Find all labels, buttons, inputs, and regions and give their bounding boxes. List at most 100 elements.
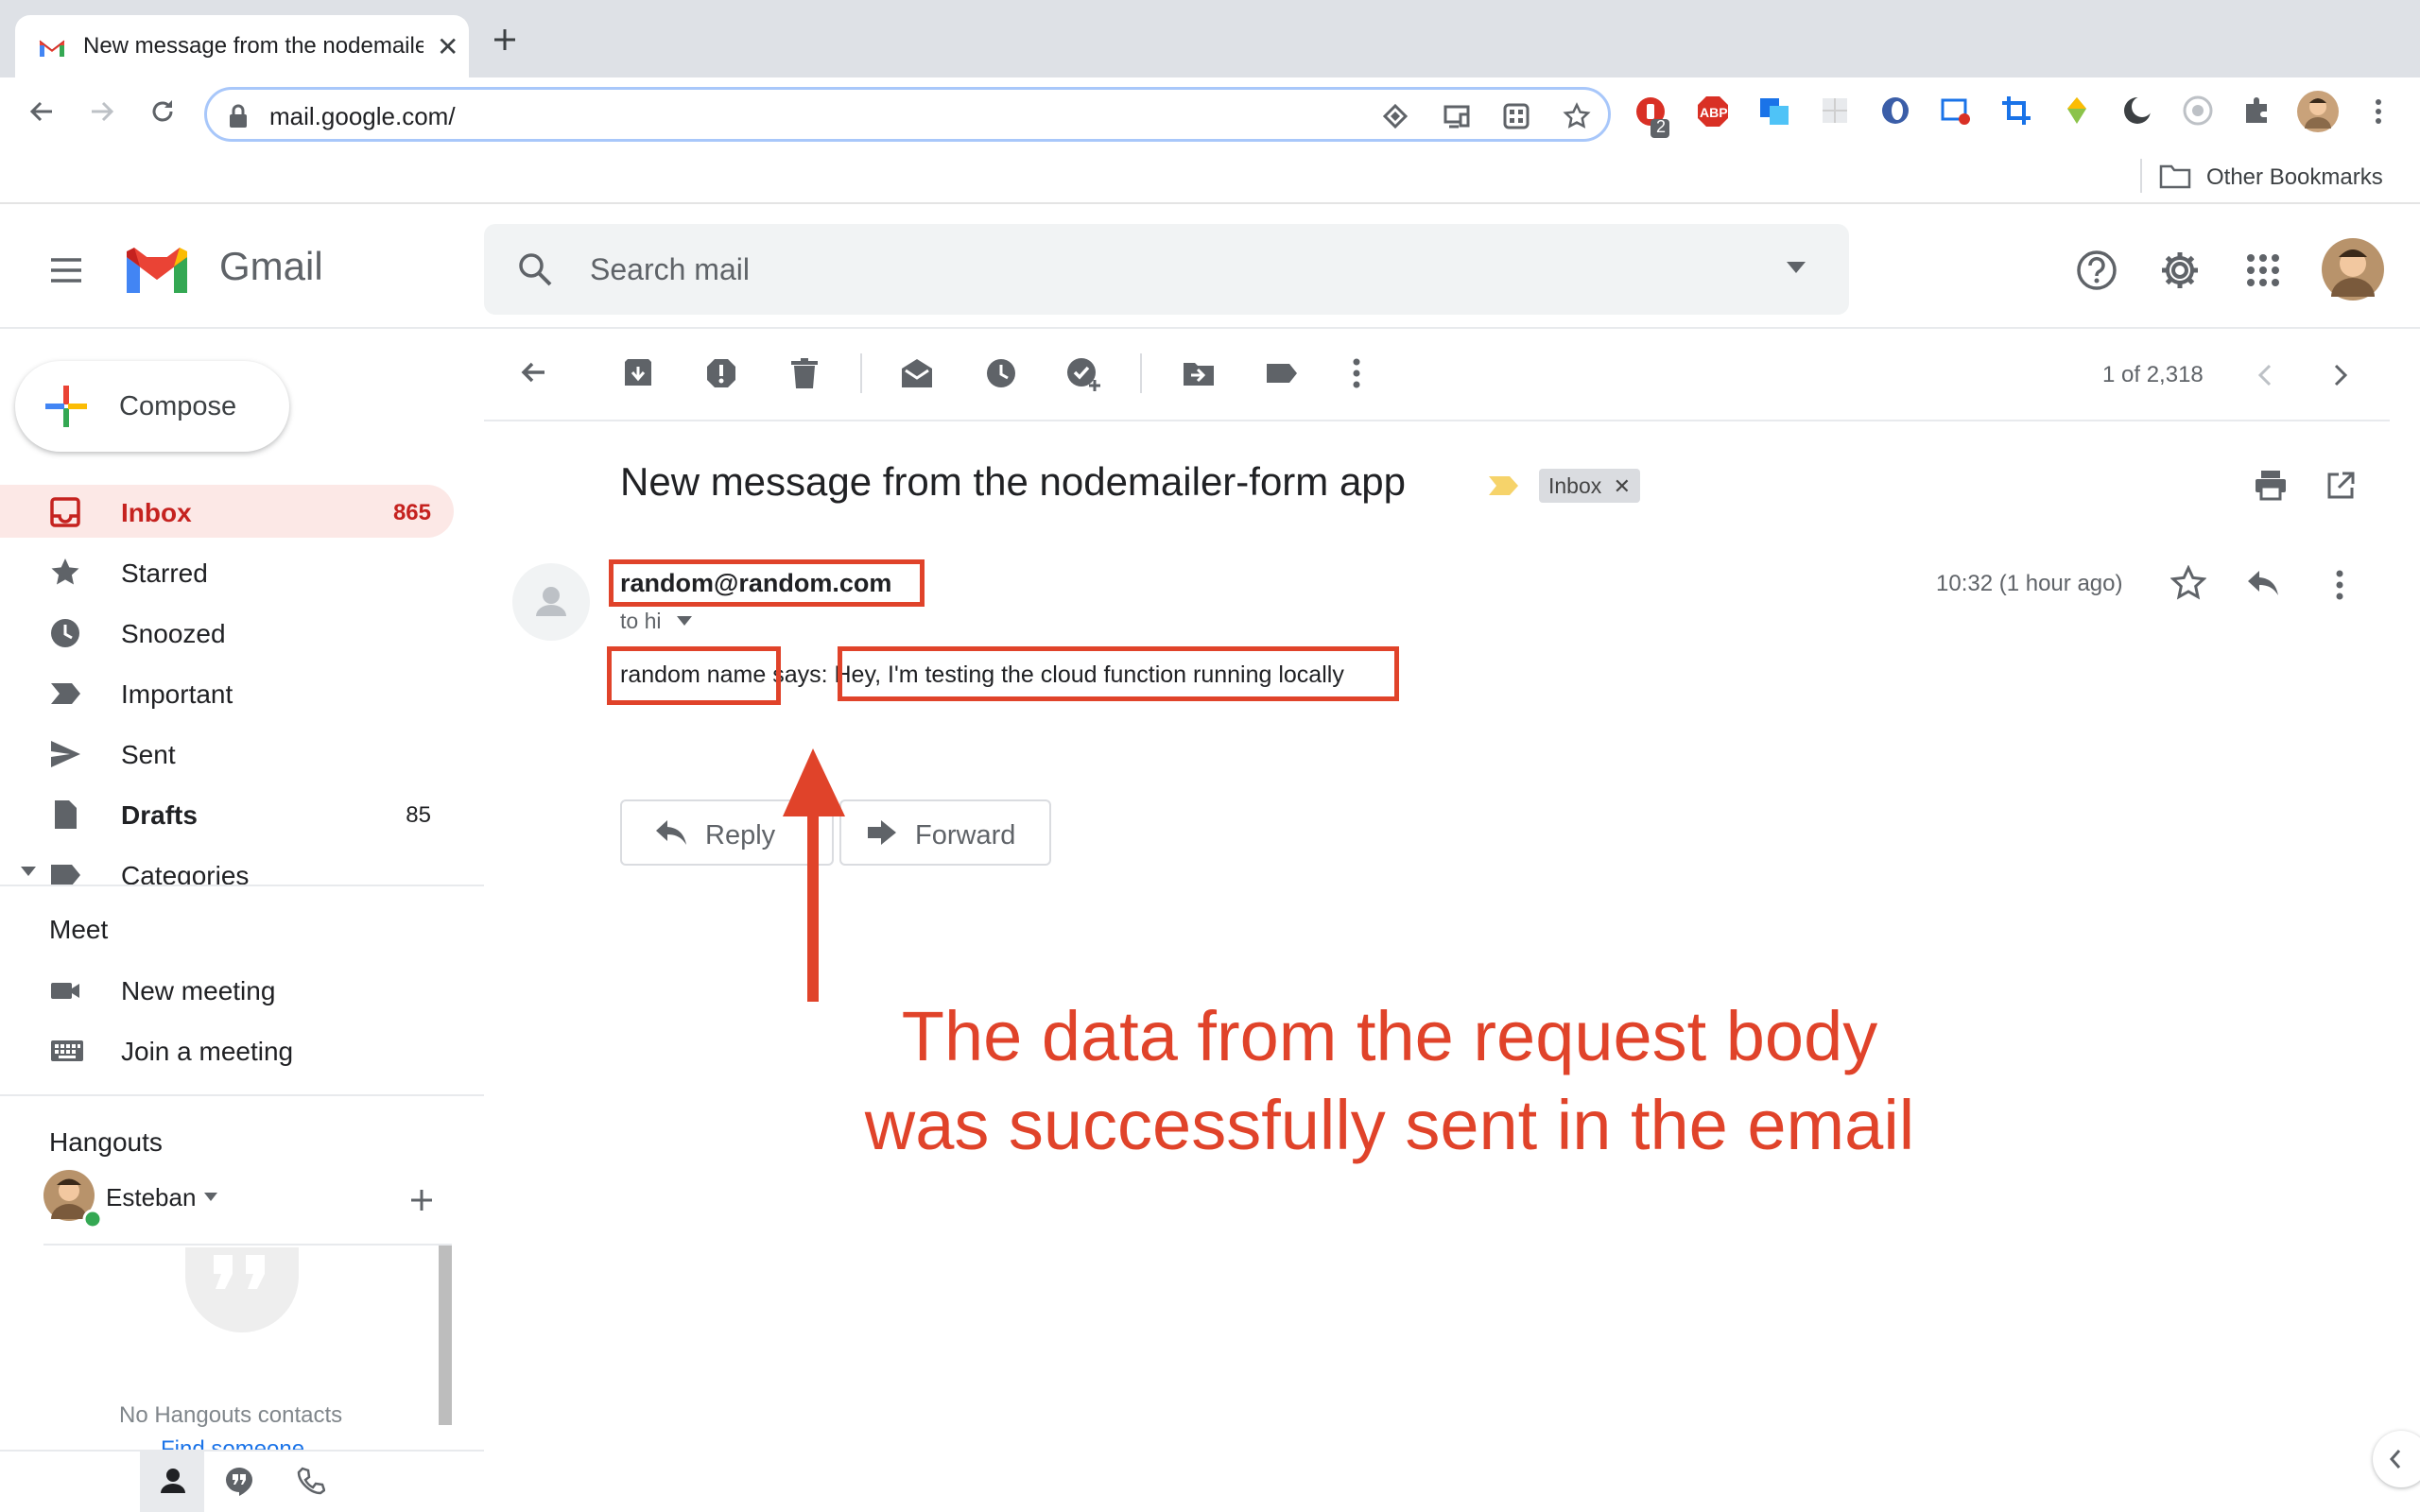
annotation-caption: The data from the request body was succe… <box>775 992 2004 1170</box>
forward-icon[interactable] <box>87 96 117 127</box>
apps-grid-icon[interactable] <box>2246 253 2280 287</box>
gmail-logo-icon[interactable] <box>123 244 191 297</box>
sidebar-item-sent[interactable]: Sent <box>0 727 454 780</box>
delete-icon[interactable] <box>788 357 821 389</box>
sidebar-divider <box>0 885 484 886</box>
sidebar-item-snoozed[interactable]: Snoozed <box>0 606 454 659</box>
hangouts-chat-icon[interactable] <box>225 1467 253 1497</box>
hangouts-user-name[interactable]: Esteban <box>106 1183 196 1212</box>
target-extension-icon[interactable] <box>2182 94 2214 127</box>
message-more-icon[interactable] <box>2335 569 2344 601</box>
tab-close-icon[interactable]: ✕ <box>437 34 458 60</box>
meet-new-meeting[interactable]: New meeting <box>0 963 454 1016</box>
add-to-tasks-icon[interactable] <box>1066 357 1102 393</box>
expand-arrow-icon[interactable] <box>21 867 36 876</box>
side-panel-toggle[interactable] <box>2373 1431 2420 1487</box>
annotation-box-sender <box>609 559 925 607</box>
mark-unread-icon[interactable] <box>900 357 934 389</box>
crop-extension-icon[interactable] <box>2000 94 2032 127</box>
dark-mode-extension-icon[interactable] <box>2121 94 2153 127</box>
star-message-icon[interactable] <box>2170 565 2206 601</box>
annotation-line-1: The data from the request body <box>901 997 1878 1075</box>
print-icon[interactable] <box>2254 469 2288 501</box>
forward-button[interactable]: Forward <box>839 799 1051 866</box>
reply-icon[interactable] <box>2246 569 2280 597</box>
message-timestamp: 10:32 (1 hour ago) <box>1936 571 2123 596</box>
tab-title: New message from the nodemailer-form app <box>83 33 424 59</box>
opera-extension-icon[interactable] <box>1879 94 1911 127</box>
annotation-box-message <box>838 646 1399 701</box>
extension-pin-icon[interactable] <box>1635 94 1673 140</box>
forward-arrow-icon <box>866 818 898 847</box>
search-options-icon[interactable] <box>1787 262 1806 273</box>
sidebar-item-inbox[interactable]: Inbox 865 <box>0 485 454 538</box>
lock-icon[interactable] <box>228 104 249 129</box>
qr-code-icon[interactable] <box>1502 102 1530 130</box>
bookmark-star-icon[interactable] <box>1563 102 1591 130</box>
account-avatar[interactable] <box>2322 238 2384 301</box>
recipients-dropdown-icon[interactable] <box>677 616 692 626</box>
help-icon[interactable] <box>2076 249 2118 291</box>
older-chevron-icon[interactable] <box>2331 363 2350 387</box>
send-icon <box>49 738 81 770</box>
snooze-icon[interactable] <box>985 357 1017 389</box>
gem-extension-icon[interactable] <box>2061 94 2093 127</box>
remove-label-icon[interactable]: ✕ <box>1614 474 1631 498</box>
extensions-puzzle-icon[interactable] <box>2240 94 2273 127</box>
browser-profile-avatar[interactable] <box>2297 91 2339 132</box>
status-dropdown-icon[interactable] <box>204 1193 217 1201</box>
compose-button[interactable]: Compose <box>15 361 289 452</box>
meet-join-meeting[interactable]: Join a meeting <box>0 1023 454 1076</box>
search-input[interactable]: Search mail <box>590 252 750 287</box>
importance-marker-icon[interactable] <box>1488 474 1520 497</box>
forward-label: Forward <box>915 820 1016 850</box>
draft-count: 85 <box>406 802 431 828</box>
compose-plus-icon <box>43 384 89 429</box>
address-bar[interactable]: mail.google.com/ <box>204 87 1611 142</box>
more-options-icon[interactable] <box>1352 357 1361 389</box>
email-subject: New message from the nodemailer-form app <box>620 459 1407 504</box>
toolbar-divider <box>860 353 862 393</box>
new-tab-icon[interactable] <box>492 26 518 53</box>
move-to-icon[interactable] <box>1182 357 1216 389</box>
sidebar-item-label: New meeting <box>121 976 276 1005</box>
search-bar[interactable]: Search mail <box>484 224 1849 315</box>
find-someone-link[interactable]: Find someone <box>161 1437 304 1450</box>
sidebar-item-starred[interactable]: Starred <box>0 545 454 598</box>
translate-extension-icon[interactable] <box>1758 94 1790 127</box>
compose-label: Compose <box>119 391 237 421</box>
report-spam-icon[interactable] <box>705 357 737 389</box>
phone-icon[interactable] <box>297 1467 325 1495</box>
person-icon[interactable] <box>159 1467 187 1495</box>
sidebar-item-categories[interactable]: Categories <box>0 848 454 885</box>
other-bookmarks-link[interactable]: Other Bookmarks <box>2206 164 2383 191</box>
sidebar-item-label: Sent <box>121 740 176 769</box>
labels-icon[interactable] <box>1265 357 1299 389</box>
main-menu-icon[interactable] <box>49 256 83 284</box>
sidebar-item-important[interactable]: Important <box>0 666 454 719</box>
annotation-line-2: was successfully sent in the email <box>864 1086 1915 1164</box>
newer-chevron-icon[interactable] <box>2256 363 2274 387</box>
search-icon[interactable] <box>516 250 554 288</box>
puzzle-extension-icon[interactable] <box>1819 94 1851 127</box>
add-contact-icon[interactable] <box>408 1187 435 1213</box>
cast-icon[interactable] <box>1442 102 1472 130</box>
back-to-inbox-icon[interactable] <box>518 357 548 387</box>
url-text: mail.google.com/ <box>269 102 456 130</box>
annotation-box-name <box>607 646 781 705</box>
gmail-brand-text[interactable]: Gmail <box>219 244 323 289</box>
archive-icon[interactable] <box>622 357 654 389</box>
open-new-window-icon[interactable] <box>2325 471 2356 501</box>
hangouts-scrollbar[interactable] <box>439 1246 452 1425</box>
browser-tab[interactable]: New message from the nodemailer-form app… <box>15 15 469 77</box>
window-extension-icon[interactable] <box>1940 94 1972 127</box>
tracker-icon[interactable] <box>1381 102 1409 130</box>
browser-menu-icon[interactable] <box>2375 98 2382 125</box>
back-icon[interactable] <box>26 96 57 127</box>
sender-avatar[interactable] <box>512 563 590 641</box>
hangouts-divider <box>43 1244 452 1246</box>
settings-gear-icon[interactable] <box>2159 249 2201 291</box>
reload-icon[interactable] <box>147 96 178 127</box>
hangouts-user-avatar[interactable] <box>43 1170 102 1228</box>
sidebar-item-drafts[interactable]: Drafts 85 <box>0 787 454 840</box>
